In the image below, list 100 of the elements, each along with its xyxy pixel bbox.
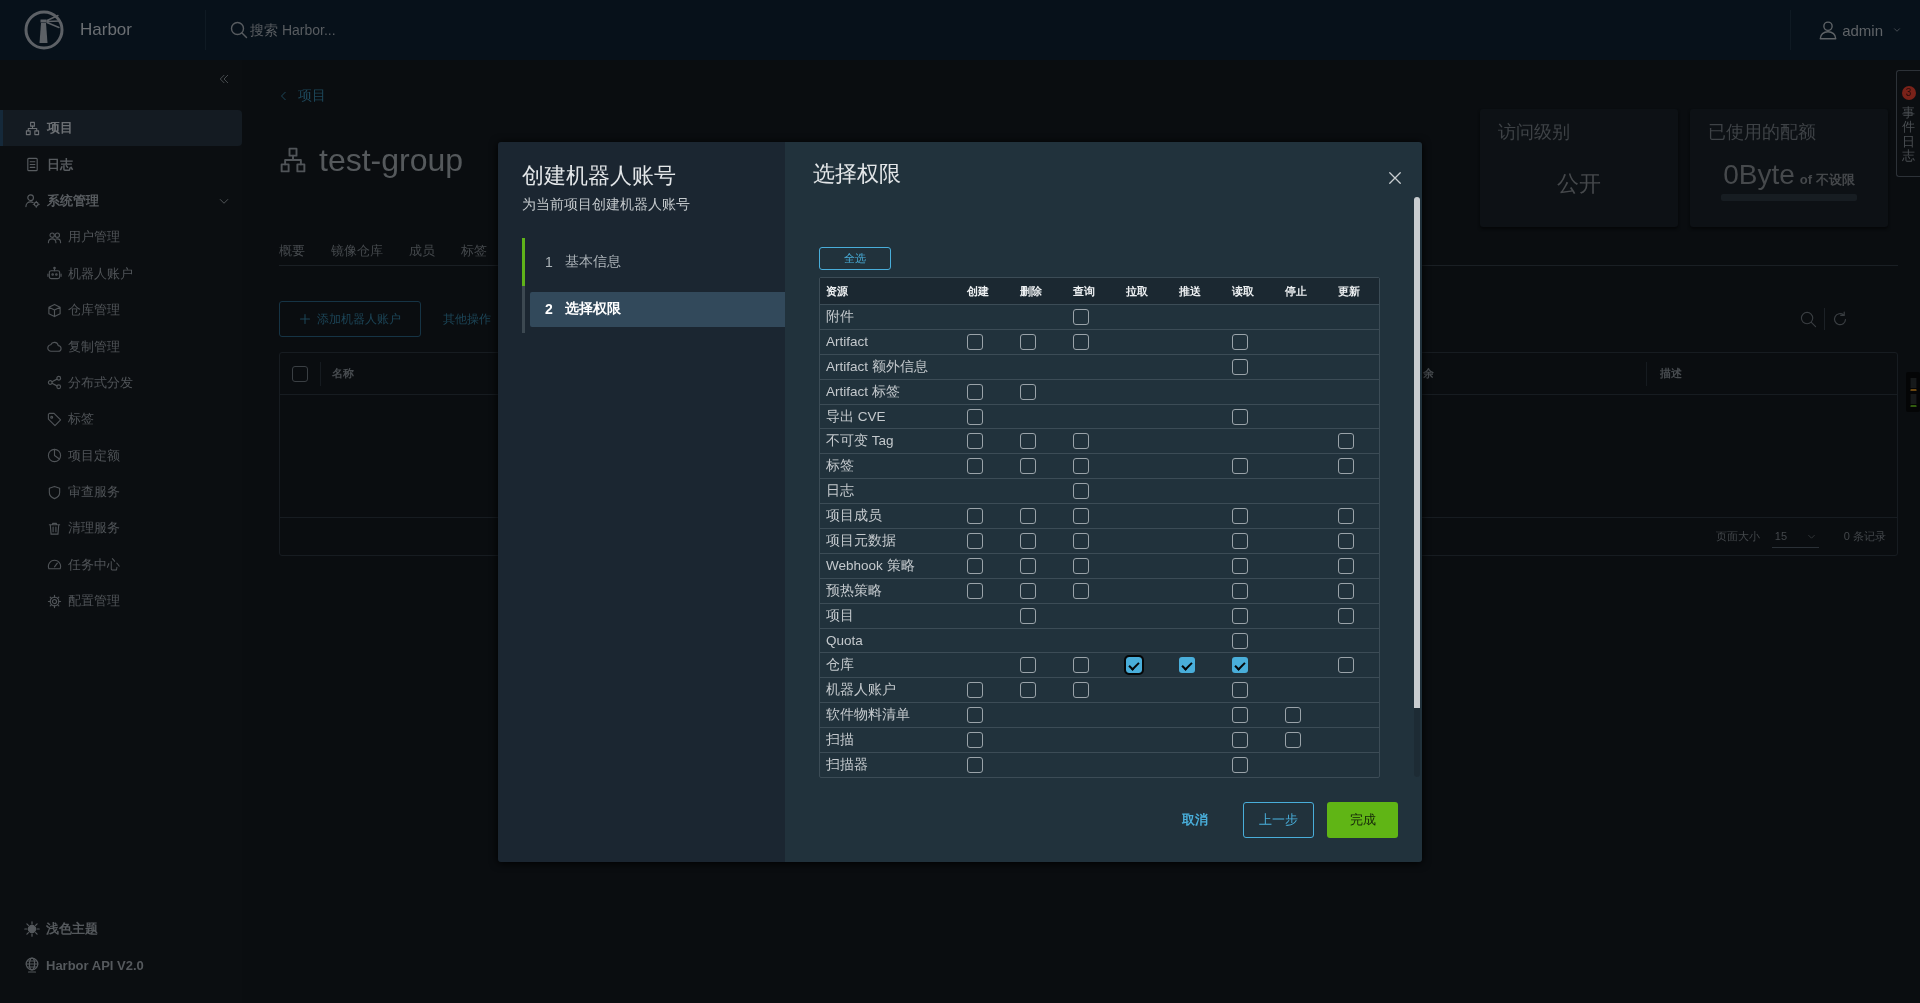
checkbox[interactable] [1337,557,1354,574]
wizard-step[interactable]: 2 选择权限 [530,291,785,327]
sidebar-item[interactable]: 清理服务 [0,510,242,547]
checkbox[interactable] [292,365,308,382]
checkbox[interactable] [1123,655,1144,676]
sidebar-item[interactable]: 项目 [0,110,242,147]
checkbox[interactable] [1178,657,1195,674]
checkbox[interactable] [1072,458,1089,475]
checkbox[interactable] [1231,508,1248,525]
checkbox[interactable] [966,682,983,699]
sun-icon [24,921,40,937]
cancel-button[interactable]: 取消 [1159,802,1230,838]
checkbox[interactable] [1231,756,1248,773]
checkbox[interactable] [1019,383,1036,400]
scrollbar[interactable] [1414,197,1420,777]
checkbox[interactable] [1072,333,1089,350]
sidebar-item[interactable]: 项目定额 [0,437,242,474]
checkbox[interactable] [1231,582,1248,599]
tab[interactable]: 镜像仓库 [331,241,383,260]
checkbox[interactable] [966,333,983,350]
checkbox[interactable] [1019,557,1036,574]
checkbox[interactable] [1072,557,1089,574]
back-button[interactable]: 上一步 [1243,802,1314,838]
checkbox[interactable] [1019,458,1036,475]
checkbox[interactable] [966,508,983,525]
checkbox[interactable] [1337,433,1354,450]
sidebar-link[interactable]: Harbor API V2.0 [0,947,242,983]
checkbox[interactable] [966,557,983,574]
checkbox[interactable] [966,582,983,599]
checkbox[interactable] [1231,682,1248,699]
sidebar-item[interactable]: 机器人账户 [0,255,242,292]
checkbox[interactable] [966,756,983,773]
sidebar-item[interactable]: 任务中心 [0,546,242,584]
sidebar-item[interactable]: 配置管理 [0,583,242,620]
checkbox[interactable] [1231,657,1248,674]
checkbox[interactable] [1019,657,1036,674]
checkbox[interactable] [1231,458,1248,475]
checkbox[interactable] [966,408,983,425]
checkbox[interactable] [1019,508,1036,525]
checkbox[interactable] [1072,508,1089,525]
checkbox[interactable] [1231,632,1248,649]
share-icon [47,375,62,391]
checkbox[interactable] [1231,333,1248,350]
checkbox[interactable] [1019,532,1036,549]
checkbox[interactable] [1337,508,1354,525]
checkbox[interactable] [1231,732,1248,749]
user-menu[interactable]: admin [1790,10,1920,50]
select-all-button[interactable]: 全选 [819,247,891,270]
sidebar-link[interactable]: 浅色主题 [0,911,242,947]
sidebar-item[interactable]: 用户管理 [0,219,242,256]
checkbox[interactable] [1072,308,1089,325]
finish-button[interactable]: 完成 [1327,802,1398,838]
checkbox[interactable] [1284,707,1301,724]
checkbox[interactable] [1337,607,1354,624]
sidebar-item[interactable]: 系统管理 [0,182,242,220]
checkbox[interactable] [966,532,983,549]
checkbox[interactable] [1072,582,1089,599]
sidebar-item[interactable]: 仓库管理 [0,291,242,329]
checkbox[interactable] [1337,657,1354,674]
wizard-step[interactable]: 1 基本信息 [530,244,785,280]
checkbox[interactable] [966,732,983,749]
sidebar-item[interactable]: 分布式分发 [0,364,242,402]
robot-icon [47,266,62,282]
checkbox[interactable] [1284,732,1301,749]
checkbox[interactable] [1231,557,1248,574]
column-header: 读取 [1230,283,1255,299]
sidebar-item[interactable]: 日志 [0,146,242,183]
event-log-tab[interactable]: 3 事件日志 [1896,70,1920,177]
checkbox[interactable] [1072,532,1089,549]
checkbox[interactable] [1072,483,1089,500]
search-field[interactable]: 搜索 Harbor... [248,20,498,40]
checkbox[interactable] [966,458,983,475]
checkbox[interactable] [1019,607,1036,624]
checkbox[interactable] [1337,532,1354,549]
checkbox[interactable] [1019,682,1036,699]
checkbox[interactable] [1019,433,1036,450]
checkbox[interactable] [1072,433,1089,450]
checkbox[interactable] [1231,607,1248,624]
tag-icon [47,411,62,427]
add-robot-button[interactable]: 添加机器人账户 [279,301,421,337]
sidebar-item[interactable]: 审查服务 [0,473,242,511]
breadcrumb-link[interactable]: 项目 [279,87,464,105]
checkbox[interactable] [966,707,983,724]
checkbox[interactable] [1072,657,1089,674]
sidebar-item[interactable]: 标签 [0,401,242,438]
checkbox[interactable] [966,433,983,450]
checkbox[interactable] [1231,408,1248,425]
checkbox[interactable] [1072,682,1089,699]
caret-icon [1892,25,1902,35]
column-header: 描述 [1660,366,1682,381]
checkbox[interactable] [1337,458,1354,475]
checkbox[interactable] [1231,707,1248,724]
checkbox[interactable] [966,383,983,400]
checkbox[interactable] [1231,358,1248,375]
sidebar-item[interactable]: 复制管理 [0,328,242,365]
checkbox[interactable] [1231,532,1248,549]
checkbox[interactable] [1337,582,1354,599]
more-actions-button[interactable]: 其他操作 [441,306,493,332]
checkbox[interactable] [1019,333,1036,350]
checkbox[interactable] [1019,582,1036,599]
